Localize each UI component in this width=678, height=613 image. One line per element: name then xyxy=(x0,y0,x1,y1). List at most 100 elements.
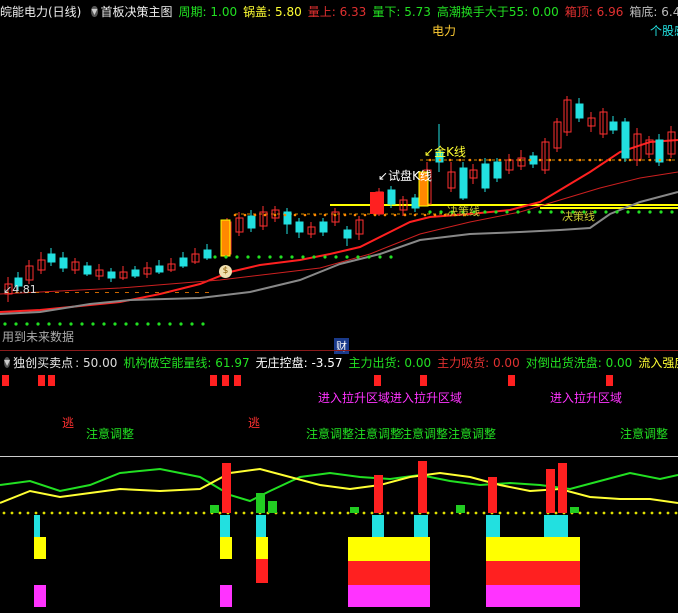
baseline-dot xyxy=(58,511,62,515)
caution-signal: 注意调整注意调整 xyxy=(306,427,403,441)
support-dot xyxy=(378,255,382,259)
baseline-dot xyxy=(2,511,6,515)
support-dot xyxy=(323,255,327,259)
baseline-dot xyxy=(330,511,334,515)
bull-bar xyxy=(558,463,567,513)
support-dot xyxy=(257,255,261,259)
top-label: 高潮换手大于55: xyxy=(436,4,529,19)
baseline-dot xyxy=(522,511,526,515)
indicator-header: 皖能电力(日线) ▼ 首板决策主图 周期: 1.00 锅盖: 5.80 量上: 6.… xyxy=(0,0,678,22)
baseline-dot xyxy=(306,511,310,515)
top-value: 6.46 xyxy=(661,4,678,19)
ma-line-red xyxy=(0,139,678,313)
candle-body xyxy=(203,249,212,259)
baseline-dot xyxy=(250,511,254,515)
support-dot xyxy=(516,210,520,214)
box-dot xyxy=(423,213,427,217)
top-item: 量下: 5.73 xyxy=(372,5,431,19)
baseline-dot xyxy=(74,511,78,515)
sub-indicator-header: ▼ 独创买卖点 : 50.00 机构做空能量线: 61.97 无庄控盘: -3.57… xyxy=(0,352,678,372)
panel-divider[interactable] xyxy=(0,350,678,351)
box-dot xyxy=(363,213,367,217)
box-dot xyxy=(323,213,327,217)
candle-body xyxy=(575,103,584,119)
inflow-block xyxy=(348,561,430,585)
top-label: 锅盖: xyxy=(243,4,272,19)
sector-label: 电力 xyxy=(432,24,457,38)
escape-signal: 逃 xyxy=(62,416,75,430)
support-dot xyxy=(301,255,305,259)
baseline-dot xyxy=(138,511,142,515)
box-dot xyxy=(588,158,592,162)
support-dot xyxy=(648,210,652,214)
top-label: 量下: xyxy=(372,4,401,19)
baseline-dot xyxy=(530,511,534,515)
box-dot xyxy=(403,213,407,217)
baseline-dot xyxy=(666,511,670,515)
baseline-dot xyxy=(634,511,638,515)
box-dot xyxy=(433,213,437,217)
box-dot xyxy=(233,213,237,217)
baseline-dot xyxy=(554,511,558,515)
baseline-dot xyxy=(194,511,198,515)
support-dot xyxy=(179,322,183,326)
baseline-dot xyxy=(514,511,518,515)
support-dot xyxy=(36,322,40,326)
arrow-icon: ↙ xyxy=(378,169,389,183)
sub-panel-divider xyxy=(0,456,678,457)
sell-marker xyxy=(508,375,515,386)
box-dot xyxy=(618,158,622,162)
buy-sell-indicator-chart[interactable] xyxy=(0,373,678,613)
box-dot xyxy=(253,213,257,217)
trial-kline-text: 试盘K线 xyxy=(388,169,432,183)
stock-title[interactable]: 皖能电力(日线) xyxy=(0,3,81,20)
sub-label: 主力出货: xyxy=(348,355,401,370)
baseline-dot xyxy=(34,511,38,515)
low-price-value: 4.81 xyxy=(12,283,37,296)
sub-value: -3.57 xyxy=(307,355,343,370)
box-dot xyxy=(263,213,267,217)
inflow-block xyxy=(486,585,580,607)
box-dot xyxy=(468,158,472,162)
baseline-dot xyxy=(602,511,606,515)
box-dash xyxy=(75,292,79,293)
box-dash xyxy=(55,292,59,293)
chevron-down-icon[interactable]: ▼ xyxy=(4,356,11,368)
baseline-dot xyxy=(506,511,510,515)
candlestick-chart[interactable] xyxy=(0,22,678,352)
money-bag-icon[interactable]: $ xyxy=(219,265,232,278)
support-dot xyxy=(505,210,509,214)
sell-marker xyxy=(48,375,55,386)
support-dot xyxy=(626,210,630,214)
box-dot xyxy=(488,158,492,162)
sub-item: 主力吸货: 0.00 xyxy=(437,356,520,370)
box-dot xyxy=(558,158,562,162)
box-dot xyxy=(508,158,512,162)
box-dot xyxy=(478,158,482,162)
box-dot xyxy=(598,158,602,162)
indicator-title[interactable]: 首板决策主图 xyxy=(101,3,173,20)
candle-body xyxy=(247,215,256,229)
top-item: 量上: 6.33 xyxy=(308,5,367,19)
support-dot xyxy=(235,255,239,259)
top-value: 5.73 xyxy=(400,4,431,19)
support-dot xyxy=(146,322,150,326)
support-dot xyxy=(3,322,7,326)
box-dash xyxy=(105,292,109,293)
box-dot xyxy=(608,158,612,162)
baseline-dot xyxy=(338,511,342,515)
stock-sense-label: 个股感 xyxy=(650,24,678,38)
decision-line-label-a: 决策线 xyxy=(447,205,480,218)
baseline-dot xyxy=(122,511,126,515)
top-value: 0.00 xyxy=(528,4,559,19)
low-price-label: ↙4.81 xyxy=(3,283,37,296)
box-dot xyxy=(578,158,582,162)
sell-marker xyxy=(2,375,9,386)
chevron-down-icon[interactable]: ▼ xyxy=(91,5,98,17)
sub-indicator-title[interactable]: 独创买卖点 xyxy=(13,354,73,371)
sub-indicator-values: : 50.00 机构做空能量线: 61.97 无庄控盘: -3.57 主力出货: 0.… xyxy=(75,354,678,371)
support-dot xyxy=(135,322,139,326)
support-dot xyxy=(58,322,62,326)
baseline-dot xyxy=(434,511,438,515)
candle-body xyxy=(411,197,420,209)
